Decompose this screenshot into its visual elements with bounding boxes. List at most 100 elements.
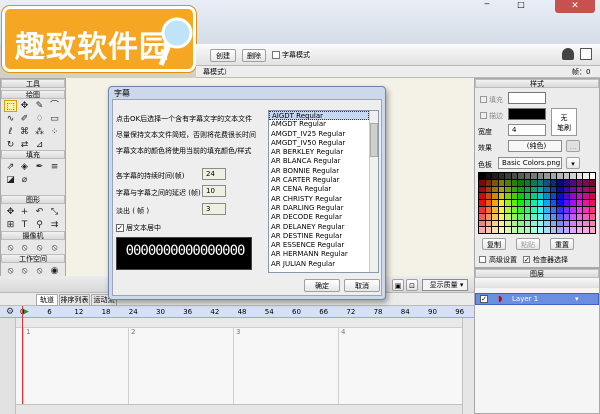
palette-swatch[interactable] [589, 173, 595, 179]
timeline-scrollbar[interactable] [462, 318, 474, 414]
maximize-icon[interactable]: □ [510, 0, 532, 10]
palette-swatch[interactable] [492, 173, 498, 179]
palette-swatch[interactable] [583, 207, 589, 213]
palette-swatch[interactable] [485, 193, 491, 200]
palette-swatch[interactable] [537, 220, 543, 227]
palette-swatch[interactable] [531, 200, 537, 206]
palette-swatch[interactable] [531, 186, 537, 193]
palette-dropdown[interactable]: Basic Colors.png [498, 157, 562, 169]
effect-dropdown[interactable]: (纯色) [508, 140, 562, 152]
palette-swatch[interactable] [589, 227, 595, 234]
delete-edge-icon[interactable]: ⌀ [18, 174, 31, 186]
palette-swatch[interactable] [479, 173, 485, 179]
palette-swatch[interactable] [583, 213, 589, 220]
palette-swatch[interactable] [583, 227, 589, 234]
palette-swatch[interactable] [479, 227, 485, 234]
palette-swatch[interactable] [576, 227, 582, 234]
palette-swatch[interactable] [537, 186, 543, 193]
palette-swatch[interactable] [583, 220, 589, 227]
user-icon[interactable] [562, 48, 574, 60]
curvature-tool-icon[interactable]: ⌒ [48, 100, 61, 112]
palette-swatch[interactable] [479, 213, 485, 220]
palette-swatch[interactable] [511, 200, 517, 206]
magnet-tool-icon[interactable]: ⌘ [18, 126, 31, 138]
palette-swatch[interactable] [576, 200, 582, 206]
palette-swatch[interactable] [505, 220, 511, 227]
warp-tool-icon[interactable]: ⁂ [33, 126, 46, 138]
palette-swatch[interactable] [544, 186, 550, 193]
palette-swatch[interactable] [518, 173, 524, 179]
palette-swatch[interactable] [479, 200, 485, 206]
palette-swatch[interactable] [485, 227, 491, 234]
palette-swatch[interactable] [511, 227, 517, 234]
lasso-tool-icon[interactable]: ℓ [4, 126, 17, 138]
timeline-settings-icon[interactable]: ⚙ [6, 307, 16, 317]
palette-swatch[interactable] [511, 220, 517, 227]
palette-swatch[interactable] [563, 186, 569, 193]
camera-roll-icon[interactable]: ⦸ [33, 242, 46, 254]
palette-swatch[interactable] [498, 220, 504, 227]
font-list-item[interactable]: AR JULIAN Regular [269, 260, 369, 269]
palette-swatch[interactable] [498, 173, 504, 179]
palette-swatch[interactable] [511, 186, 517, 193]
select-fill-icon[interactable]: ⇗ [4, 161, 17, 173]
palette-swatch[interactable] [550, 220, 556, 227]
ok-button[interactable]: 确定 [304, 279, 340, 292]
brush-tool-icon[interactable]: ♢ [33, 113, 46, 125]
palette-swatch[interactable] [498, 179, 504, 186]
palette-swatch[interactable] [505, 179, 511, 186]
palette-swatch[interactable] [557, 186, 563, 193]
palette-swatch[interactable] [524, 173, 530, 179]
add-point-icon[interactable]: ✎ [33, 100, 46, 112]
palette-swatch[interactable] [557, 200, 563, 206]
palette-swatch[interactable] [524, 200, 530, 206]
stroke-checkbox[interactable] [480, 112, 487, 119]
tab-tracks[interactable]: 轨道 [36, 294, 58, 306]
font-list-item[interactable]: AR CARTER Regular [269, 176, 369, 185]
palette-swatch[interactable] [537, 227, 543, 234]
minimize-icon[interactable]: ‒ [476, 0, 498, 10]
no-brush-button[interactable]: 无 笔刷 [551, 108, 577, 136]
palette-swatch[interactable] [544, 200, 550, 206]
palette-swatch[interactable] [576, 186, 582, 193]
eraser-tool-icon[interactable]: ▭ [48, 113, 61, 125]
palette-swatch[interactable] [557, 207, 563, 213]
palette-swatch[interactable] [524, 227, 530, 234]
palette-swatch[interactable] [511, 193, 517, 200]
palette-swatch[interactable] [583, 193, 589, 200]
tab-sequencer[interactable]: 排序列表 [59, 294, 90, 306]
palette-swatch[interactable] [576, 220, 582, 227]
line-width-icon[interactable]: ≡ [48, 161, 61, 173]
palette-swatch[interactable] [524, 179, 530, 186]
fill-checkbox[interactable] [480, 96, 487, 103]
close-icon[interactable]: ✕ [555, 0, 595, 13]
palette-swatch[interactable] [492, 179, 498, 186]
palette-swatch[interactable] [479, 207, 485, 213]
palette-swatch[interactable] [557, 213, 563, 220]
text-tool-icon[interactable]: T [18, 219, 31, 231]
palette-swatch[interactable] [505, 193, 511, 200]
palette-swatch[interactable] [479, 186, 485, 193]
palette-swatch[interactable] [550, 173, 556, 179]
palette-swatch[interactable] [544, 173, 550, 179]
palette-swatch[interactable] [485, 179, 491, 186]
palette-swatch[interactable] [563, 227, 569, 234]
font-list-item[interactable]: AR BLANCA Regular [269, 157, 369, 166]
palette-swatch[interactable] [518, 200, 524, 206]
palette-swatch[interactable] [524, 220, 530, 227]
palette-swatch[interactable] [570, 207, 576, 213]
font-list[interactable]: AIGDT Regular AMGDT Regular AMGDT_IV25 Reg… [268, 110, 379, 273]
subtitle-mode-checkbox[interactable] [272, 51, 280, 59]
palette-swatch[interactable] [531, 173, 537, 179]
palette-swatch[interactable] [531, 220, 537, 227]
font-list-item[interactable]: AMGDT_IV50 Regular [269, 139, 369, 148]
book-icon[interactable] [580, 48, 592, 60]
palette-swatch[interactable] [511, 179, 517, 186]
palette-swatch[interactable] [576, 213, 582, 220]
font-list-item[interactable]: AR CHRISTY Regular [269, 195, 369, 204]
palette-swatch[interactable] [498, 193, 504, 200]
palette-swatch[interactable] [518, 193, 524, 200]
select-tool-icon[interactable]: ⬚ [4, 100, 17, 112]
palette-swatch[interactable] [518, 227, 524, 234]
palette-swatch[interactable] [479, 179, 485, 186]
